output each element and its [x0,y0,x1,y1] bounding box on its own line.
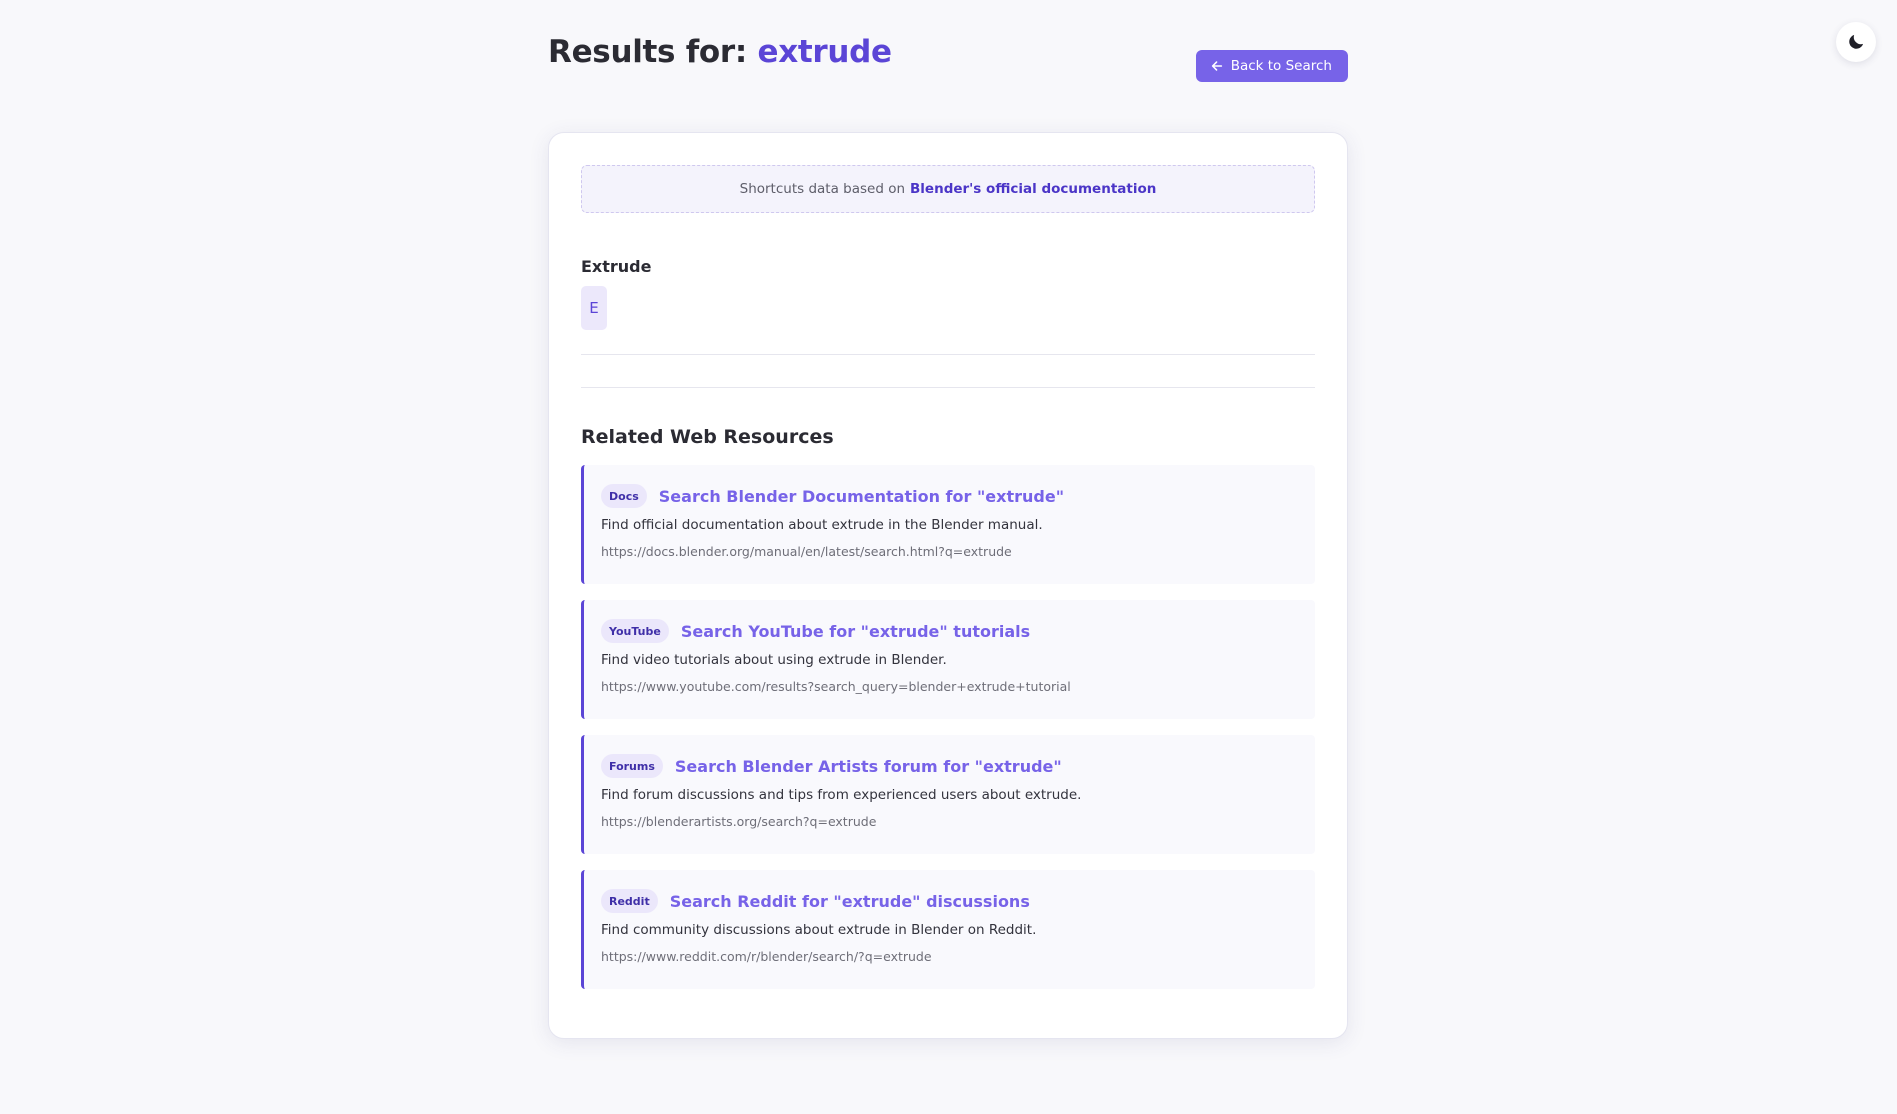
resource-badge: Docs [601,484,647,508]
resource-head: Docs Search Blender Documentation for "e… [601,484,1299,508]
resource-title-link[interactable]: Search Blender Artists forum for "extrud… [675,757,1062,776]
resource-head: YouTube Search YouTube for "extrude" tut… [601,619,1299,643]
resource-description: Find community discussions about extrude… [601,922,1037,938]
theme-toggle-button[interactable] [1836,22,1876,62]
shortcut-key: E [581,286,607,330]
resource-badge: Forums [601,754,663,778]
moon-icon [1849,34,1864,49]
results-card: Shortcuts data based on Blender's offici… [548,132,1348,1039]
resource-item-reddit[interactable]: Reddit Search Reddit for "extrude" discu… [581,870,1315,989]
resource-list: Docs Search Blender Documentation for "e… [581,465,1315,989]
resource-url: https://www.reddit.com/r/blender/search/… [601,949,932,964]
shortcut-entry: Extrude E [581,257,1315,355]
resource-item-forums[interactable]: Forums Search Blender Artists forum for … [581,735,1315,854]
results-container: Results for: extrude Back to Search Shor… [548,0,1348,1039]
resource-url: https://docs.blender.org/manual/en/lates… [601,544,1012,559]
resource-badge: Reddit [601,889,658,913]
back-button-label: Back to Search [1230,58,1332,74]
arrow-left-icon [1211,61,1222,71]
resources-heading: Related Web Resources [581,426,834,448]
resource-head: Forums Search Blender Artists forum for … [601,754,1299,778]
shortcut-name: Extrude [581,257,652,276]
page-header: Results for: extrude Back to Search [548,0,1348,132]
official-docs-link[interactable]: Blender's official documentation [910,181,1156,197]
source-note: Shortcuts data based on Blender's offici… [581,165,1315,213]
resource-badge: YouTube [601,619,669,643]
page-title: Results for: extrude [548,34,892,70]
resource-item-docs[interactable]: Docs Search Blender Documentation for "e… [581,465,1315,584]
resource-description: Find official documentation about extrud… [601,517,1043,533]
section-divider [581,387,1315,388]
resource-description: Find video tutorials about using extrude… [601,652,947,668]
search-query: extrude [757,34,892,70]
resource-url: https://blenderartists.org/search?q=extr… [601,814,877,829]
resource-url: https://www.youtube.com/results?search_q… [601,679,1071,694]
resource-description: Find forum discussions and tips from exp… [601,787,1082,803]
back-to-search-button[interactable]: Back to Search [1195,50,1348,82]
title-prefix: Results for: [548,34,758,70]
resource-title-link[interactable]: Search YouTube for "extrude" tutorials [681,622,1030,641]
resource-title-link[interactable]: Search Reddit for "extrude" discussions [670,892,1030,911]
resource-head: Reddit Search Reddit for "extrude" discu… [601,889,1299,913]
source-note-text: Shortcuts data based on [739,181,906,197]
resource-title-link[interactable]: Search Blender Documentation for "extrud… [659,487,1064,506]
resource-item-youtube[interactable]: YouTube Search YouTube for "extrude" tut… [581,600,1315,719]
